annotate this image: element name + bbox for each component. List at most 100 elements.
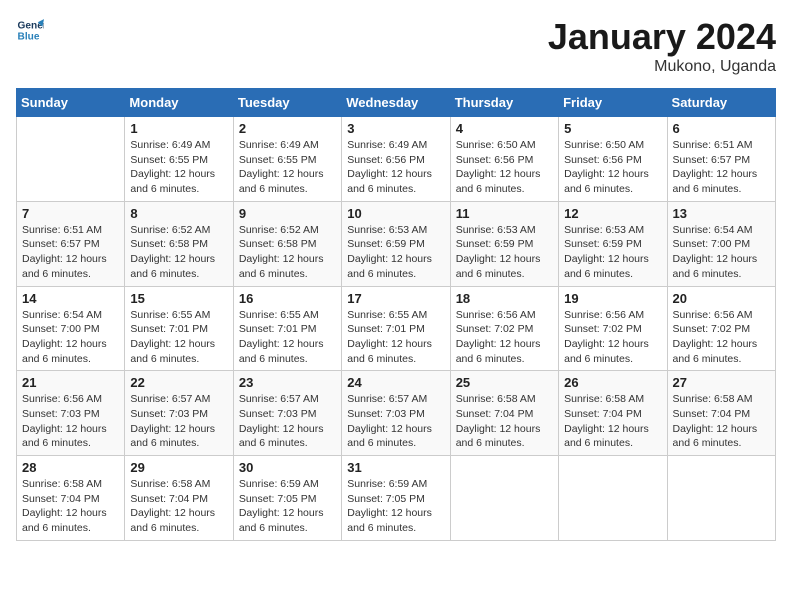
- day-number: 23: [239, 375, 336, 390]
- day-number: 18: [456, 291, 553, 306]
- calendar-cell: 27Sunrise: 6:58 AM Sunset: 7:04 PM Dayli…: [667, 371, 775, 456]
- day-info: Sunrise: 6:55 AM Sunset: 7:01 PM Dayligh…: [239, 308, 336, 367]
- logo-icon: General Blue: [16, 16, 44, 44]
- day-info: Sunrise: 6:52 AM Sunset: 6:58 PM Dayligh…: [130, 223, 227, 282]
- day-number: 28: [22, 460, 119, 475]
- day-number: 22: [130, 375, 227, 390]
- day-number: 1: [130, 121, 227, 136]
- day-info: Sunrise: 6:50 AM Sunset: 6:56 PM Dayligh…: [564, 138, 661, 197]
- day-number: 5: [564, 121, 661, 136]
- calendar-cell: 1Sunrise: 6:49 AM Sunset: 6:55 PM Daylig…: [125, 117, 233, 202]
- calendar-day-header: Thursday: [450, 89, 558, 117]
- day-number: 15: [130, 291, 227, 306]
- title-block: January 2024 Mukono, Uganda: [548, 16, 776, 76]
- day-info: Sunrise: 6:49 AM Sunset: 6:56 PM Dayligh…: [347, 138, 444, 197]
- calendar-cell: 10Sunrise: 6:53 AM Sunset: 6:59 PM Dayli…: [342, 201, 450, 286]
- calendar-cell: 7 Sunrise: 6:51 AM Sunset: 6:57 PM Daylig…: [17, 201, 125, 286]
- day-number: 11: [456, 206, 553, 221]
- calendar-cell: 12 Sunrise: 6:53 AM Sunset: 6:59 PM Dayli…: [559, 201, 667, 286]
- day-number: 26: [564, 375, 661, 390]
- calendar-cell: 21 Sunrise: 6:56 AM Sunset: 7:03 PM Dayli…: [17, 371, 125, 456]
- day-number: 20: [673, 291, 770, 306]
- day-number: 2: [239, 121, 336, 136]
- day-info: Sunrise: 6:58 AM Sunset: 7:04 PM Dayligh…: [22, 477, 119, 536]
- page-header: General Blue January 2024 Mukono, Uganda: [16, 16, 776, 76]
- calendar-day-header: Tuesday: [233, 89, 341, 117]
- day-info: Sunrise: 6:58 AM Sunset: 7:04 PM Dayligh…: [456, 392, 553, 451]
- calendar-header-row: SundayMondayTuesdayWednesdayThursdayFrid…: [17, 89, 776, 117]
- day-info: Sunrise: 6:57 AM Sunset: 7:03 PM Dayligh…: [130, 392, 227, 451]
- day-info: Sunrise: 6:56 AM Sunset: 7:02 PM Dayligh…: [564, 308, 661, 367]
- calendar-cell: 17Sunrise: 6:55 AM Sunset: 7:01 PM Dayli…: [342, 286, 450, 371]
- day-info: Sunrise: 6:50 AM Sunset: 6:56 PM Dayligh…: [456, 138, 553, 197]
- calendar-week-row: 7 Sunrise: 6:51 AM Sunset: 6:57 PM Daylig…: [17, 201, 776, 286]
- day-number: 14: [22, 291, 119, 306]
- day-number: 6: [673, 121, 770, 136]
- calendar-cell: 13Sunrise: 6:54 AM Sunset: 7:00 PM Dayli…: [667, 201, 775, 286]
- calendar-subtitle: Mukono, Uganda: [548, 58, 776, 76]
- calendar-cell: 9Sunrise: 6:52 AM Sunset: 6:58 PM Daylig…: [233, 201, 341, 286]
- day-number: 16: [239, 291, 336, 306]
- day-number: 25: [456, 375, 553, 390]
- calendar-cell: 6Sunrise: 6:51 AM Sunset: 6:57 PM Daylig…: [667, 117, 775, 202]
- day-number: 8: [130, 206, 227, 221]
- day-info: Sunrise: 6:54 AM Sunset: 7:00 PM Dayligh…: [22, 308, 119, 367]
- day-info: Sunrise: 6:58 AM Sunset: 7:04 PM Dayligh…: [673, 392, 770, 451]
- day-info: Sunrise: 6:53 AM Sunset: 6:59 PM Dayligh…: [564, 223, 661, 282]
- calendar-cell: 8 Sunrise: 6:52 AM Sunset: 6:58 PM Daylig…: [125, 201, 233, 286]
- calendar-cell: 26 Sunrise: 6:58 AM Sunset: 7:04 PM Dayli…: [559, 371, 667, 456]
- calendar-cell: 14 Sunrise: 6:54 AM Sunset: 7:00 PM Dayli…: [17, 286, 125, 371]
- day-number: 4: [456, 121, 553, 136]
- day-info: Sunrise: 6:53 AM Sunset: 6:59 PM Dayligh…: [456, 223, 553, 282]
- day-info: Sunrise: 6:57 AM Sunset: 7:03 PM Dayligh…: [347, 392, 444, 451]
- day-info: Sunrise: 6:55 AM Sunset: 7:01 PM Dayligh…: [130, 308, 227, 367]
- day-info: Sunrise: 6:55 AM Sunset: 7:01 PM Dayligh…: [347, 308, 444, 367]
- calendar-cell: [667, 456, 775, 541]
- calendar-cell: [450, 456, 558, 541]
- calendar-day-header: Saturday: [667, 89, 775, 117]
- calendar-week-row: 1Sunrise: 6:49 AM Sunset: 6:55 PM Daylig…: [17, 117, 776, 202]
- calendar-cell: [17, 117, 125, 202]
- day-number: 12: [564, 206, 661, 221]
- calendar-cell: 16 Sunrise: 6:55 AM Sunset: 7:01 PM Dayli…: [233, 286, 341, 371]
- day-info: Sunrise: 6:51 AM Sunset: 6:57 PM Dayligh…: [22, 223, 119, 282]
- day-number: 31: [347, 460, 444, 475]
- calendar-cell: 18 Sunrise: 6:56 AM Sunset: 7:02 PM Dayli…: [450, 286, 558, 371]
- calendar-cell: 28 Sunrise: 6:58 AM Sunset: 7:04 PM Dayli…: [17, 456, 125, 541]
- calendar-cell: 23 Sunrise: 6:57 AM Sunset: 7:03 PM Dayli…: [233, 371, 341, 456]
- day-number: 21: [22, 375, 119, 390]
- calendar-day-header: Friday: [559, 89, 667, 117]
- logo: General Blue: [16, 16, 44, 44]
- calendar-week-row: 21 Sunrise: 6:56 AM Sunset: 7:03 PM Dayli…: [17, 371, 776, 456]
- calendar-cell: 29 Sunrise: 6:58 AM Sunset: 7:04 PM Dayli…: [125, 456, 233, 541]
- day-info: Sunrise: 6:56 AM Sunset: 7:02 PM Dayligh…: [456, 308, 553, 367]
- calendar-cell: [559, 456, 667, 541]
- calendar-day-header: Monday: [125, 89, 233, 117]
- calendar-body: 1Sunrise: 6:49 AM Sunset: 6:55 PM Daylig…: [17, 117, 776, 541]
- calendar-cell: 2Sunrise: 6:49 AM Sunset: 6:55 PM Daylig…: [233, 117, 341, 202]
- calendar-cell: 31 Sunrise: 6:59 AM Sunset: 7:05 PM Dayli…: [342, 456, 450, 541]
- day-info: Sunrise: 6:53 AM Sunset: 6:59 PM Dayligh…: [347, 223, 444, 282]
- calendar-week-row: 28 Sunrise: 6:58 AM Sunset: 7:04 PM Dayli…: [17, 456, 776, 541]
- calendar-week-row: 14 Sunrise: 6:54 AM Sunset: 7:00 PM Dayli…: [17, 286, 776, 371]
- day-number: 19: [564, 291, 661, 306]
- day-number: 7: [22, 206, 119, 221]
- day-info: Sunrise: 6:59 AM Sunset: 7:05 PM Dayligh…: [347, 477, 444, 536]
- calendar-cell: 30 Sunrise: 6:59 AM Sunset: 7:05 PM Dayli…: [233, 456, 341, 541]
- day-info: Sunrise: 6:57 AM Sunset: 7:03 PM Dayligh…: [239, 392, 336, 451]
- day-info: Sunrise: 6:52 AM Sunset: 6:58 PM Dayligh…: [239, 223, 336, 282]
- day-info: Sunrise: 6:59 AM Sunset: 7:05 PM Dayligh…: [239, 477, 336, 536]
- calendar-day-header: Sunday: [17, 89, 125, 117]
- day-info: Sunrise: 6:56 AM Sunset: 7:03 PM Dayligh…: [22, 392, 119, 451]
- day-info: Sunrise: 6:54 AM Sunset: 7:00 PM Dayligh…: [673, 223, 770, 282]
- calendar-cell: 19 Sunrise: 6:56 AM Sunset: 7:02 PM Dayli…: [559, 286, 667, 371]
- day-number: 30: [239, 460, 336, 475]
- calendar-cell: 3Sunrise: 6:49 AM Sunset: 6:56 PM Daylig…: [342, 117, 450, 202]
- calendar-cell: 4 Sunrise: 6:50 AM Sunset: 6:56 PM Daylig…: [450, 117, 558, 202]
- day-number: 29: [130, 460, 227, 475]
- calendar-cell: 25 Sunrise: 6:58 AM Sunset: 7:04 PM Dayli…: [450, 371, 558, 456]
- day-number: 24: [347, 375, 444, 390]
- day-info: Sunrise: 6:58 AM Sunset: 7:04 PM Dayligh…: [564, 392, 661, 451]
- calendar-cell: 20Sunrise: 6:56 AM Sunset: 7:02 PM Dayli…: [667, 286, 775, 371]
- day-info: Sunrise: 6:58 AM Sunset: 7:04 PM Dayligh…: [130, 477, 227, 536]
